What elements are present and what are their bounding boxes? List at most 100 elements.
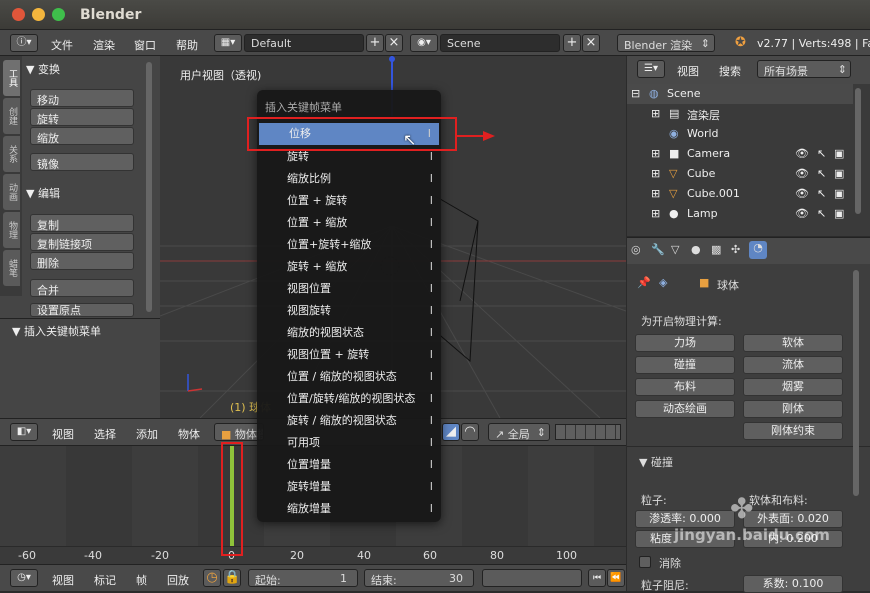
menu-item-visual-scaling[interactable]: 缩放的视图状态 I <box>257 322 441 344</box>
damping-factor-field[interactable]: 系数: 0.100 <box>743 575 843 593</box>
outliner-row-renderlayers[interactable]: ⊞ ▤ 渲染层 <box>627 104 853 124</box>
rotate-button[interactable]: 旋转 <box>30 108 134 126</box>
menu-item-rot-scale[interactable]: 旋转 + 缩放 I <box>257 256 441 278</box>
menu-item-delta-rotation[interactable]: 旋转增量 I <box>257 476 441 498</box>
duplicate-button[interactable]: 复制 <box>30 214 134 232</box>
expand-icon[interactable]: ⊞ <box>651 147 660 160</box>
maximize-window-button[interactable] <box>52 8 65 21</box>
tab-animation[interactable]: 动画 <box>3 174 20 210</box>
properties-scrollbar[interactable] <box>853 270 859 496</box>
expand-icon[interactable]: ⊞ <box>651 107 660 120</box>
menu-playback[interactable]: 回放 <box>167 572 189 588</box>
soft-body-button[interactable]: 软体 <box>743 334 843 352</box>
menu-search[interactable]: 搜索 <box>719 63 741 79</box>
outliner-row-lamp[interactable]: ⊞ ● Lamp 👁 ↖ ▣ <box>627 204 853 224</box>
scene-field[interactable]: Scene <box>440 34 560 52</box>
smoke-button[interactable]: 烟雾 <box>743 378 843 396</box>
tab-physics[interactable]: 物理 <box>3 212 20 248</box>
outliner-row-scene[interactable]: ⊟ ◍ Scene <box>627 84 853 104</box>
editor-type-3d-icon[interactable]: ◧▾ <box>10 423 38 441</box>
menu-item-visual-loc-rot[interactable]: 视图位置 + 旋转 I <box>257 344 441 366</box>
menu-view[interactable]: 视图 <box>52 572 74 588</box>
menu-item-visual-rotation[interactable]: 视图旋转 I <box>257 300 441 322</box>
screen-layout-field[interactable]: Default <box>244 34 364 52</box>
remove-layout-button[interactable]: × <box>385 34 403 52</box>
tab-relations[interactable]: 关系 <box>3 136 20 172</box>
dynamic-paint-button[interactable]: 动态绘画 <box>635 400 735 418</box>
join-button[interactable]: 合并 <box>30 279 134 297</box>
add-layout-button[interactable]: + <box>366 34 384 52</box>
outliner-row-cube001[interactable]: ⊞ ▽ Cube.001 👁 ↖ ▣ <box>627 184 853 204</box>
menu-item-available[interactable]: 可用项 I <box>257 432 441 454</box>
selectable-cursor-icon[interactable]: ↖ <box>817 147 826 160</box>
editor-type-info-icon[interactable]: ⓘ▾ <box>10 34 38 52</box>
cloth-button[interactable]: 布料 <box>635 378 735 396</box>
menu-file[interactable]: 文件 <box>51 37 73 53</box>
start-frame-field[interactable]: 起始: 1 <box>248 569 358 587</box>
tab-grease-pencil[interactable]: 蜡笔 <box>3 250 20 286</box>
menu-item-loc-scale[interactable]: 位置 + 缩放 I <box>257 212 441 234</box>
selectable-cursor-icon[interactable]: ↖ <box>817 207 826 220</box>
render-camera-icon[interactable]: ▣ <box>834 187 844 200</box>
render-camera-icon[interactable]: ▣ <box>834 207 844 220</box>
visibility-eye-icon[interactable]: 👁 <box>795 147 809 160</box>
visibility-eye-icon[interactable]: 👁 <box>795 187 809 200</box>
orientation-select[interactable]: ↗ 全局 ⇕ <box>488 423 550 441</box>
menu-item-delta-scale[interactable]: 缩放增量 I <box>257 498 441 520</box>
duplicate-linked-button[interactable]: 复制链接项 <box>30 233 134 251</box>
wrench-tab-icon[interactable]: 🔧 <box>651 243 665 256</box>
pin-icon[interactable]: 📌 <box>637 276 651 289</box>
display-filter-select[interactable]: 所有场景 ⇕ <box>757 60 851 78</box>
scene-icon[interactable]: ◉▾ <box>410 34 438 52</box>
tool-shelf-scrollbar[interactable] <box>146 62 152 312</box>
menu-marker[interactable]: 标记 <box>94 572 116 588</box>
fluid-button[interactable]: 流体 <box>743 356 843 374</box>
scale-button[interactable]: 缩放 <box>30 127 134 145</box>
menu-item-visual-location[interactable]: 视图位置 I <box>257 278 441 300</box>
end-frame-field[interactable]: 结束: 30 <box>364 569 474 587</box>
current-frame-field[interactable] <box>482 569 582 587</box>
expand-icon[interactable]: ⊞ <box>651 187 660 200</box>
tab-tools[interactable]: 工具 <box>3 60 20 96</box>
menu-item-visual-loc-rot-scale[interactable]: 位置/旋转/缩放的视图状态 I <box>257 388 441 410</box>
menu-window[interactable]: 窗口 <box>134 37 156 53</box>
close-window-button[interactable] <box>12 8 25 21</box>
expand-icon[interactable]: ⊞ <box>651 207 660 220</box>
editor-type-outliner-icon[interactable]: ☰▾ <box>637 60 665 78</box>
add-scene-button[interactable]: + <box>563 34 581 52</box>
collapse-icon[interactable]: ⊟ <box>631 87 640 100</box>
keyframe-menu-panel-header[interactable]: ▼ 插入关键帧菜单 <box>12 323 101 339</box>
menu-item-visual-loc-scale[interactable]: 位置 / 缩放的视图状态 I <box>257 366 441 388</box>
edit-panel-header[interactable]: ▼ 编辑 <box>26 185 60 201</box>
rigid-body-constraint-button[interactable]: 刚体约束 <box>743 422 843 440</box>
menu-render[interactable]: 渲染 <box>93 37 115 53</box>
proportional-icon[interactable]: ◠ <box>461 423 479 441</box>
outliner-row-world[interactable]: ◉ World <box>627 124 853 144</box>
jump-start-icon[interactable]: ⏮ <box>588 569 606 587</box>
lock-icon[interactable]: 🔒 <box>223 569 241 587</box>
particles-tab-icon[interactable]: ✣ <box>731 243 740 256</box>
editor-type-timeline-icon[interactable]: ◷▾ <box>10 569 38 587</box>
collision-button[interactable]: 碰撞 <box>635 356 735 374</box>
kill-particles-checkbox[interactable] <box>639 556 651 568</box>
minimize-window-button[interactable] <box>32 8 45 21</box>
menu-frame[interactable]: 帧 <box>136 572 147 588</box>
menu-item-visual-rot-scale[interactable]: 旋转 / 缩放的视图状态 I <box>257 410 441 432</box>
menu-item-scaling[interactable]: 缩放比例 I <box>257 168 441 190</box>
screen-layout-icon[interactable]: ▦▾ <box>214 34 242 52</box>
rigid-body-button[interactable]: 刚体 <box>743 400 843 418</box>
force-field-button[interactable]: 力场 <box>635 334 735 352</box>
menu-help[interactable]: 帮助 <box>176 37 198 53</box>
visibility-eye-icon[interactable]: 👁 <box>795 207 809 220</box>
material-tab-icon[interactable]: ● <box>691 243 701 256</box>
clock-icon[interactable]: ◷ <box>203 569 221 587</box>
physics-tab-icon[interactable]: ◔ <box>749 241 767 259</box>
layer-buttons[interactable] <box>555 424 621 440</box>
selectable-cursor-icon[interactable]: ↖ <box>817 187 826 200</box>
menu-view[interactable]: 视图 <box>52 426 74 442</box>
collision-panel-header[interactable]: ▼ 碰撞 <box>639 454 673 470</box>
snap-icon[interactable]: ◢ <box>442 423 460 441</box>
tab-create[interactable]: 创建 <box>3 98 20 134</box>
outliner-scrollbar[interactable] <box>855 88 861 214</box>
translate-button[interactable]: 移动 <box>30 89 134 107</box>
